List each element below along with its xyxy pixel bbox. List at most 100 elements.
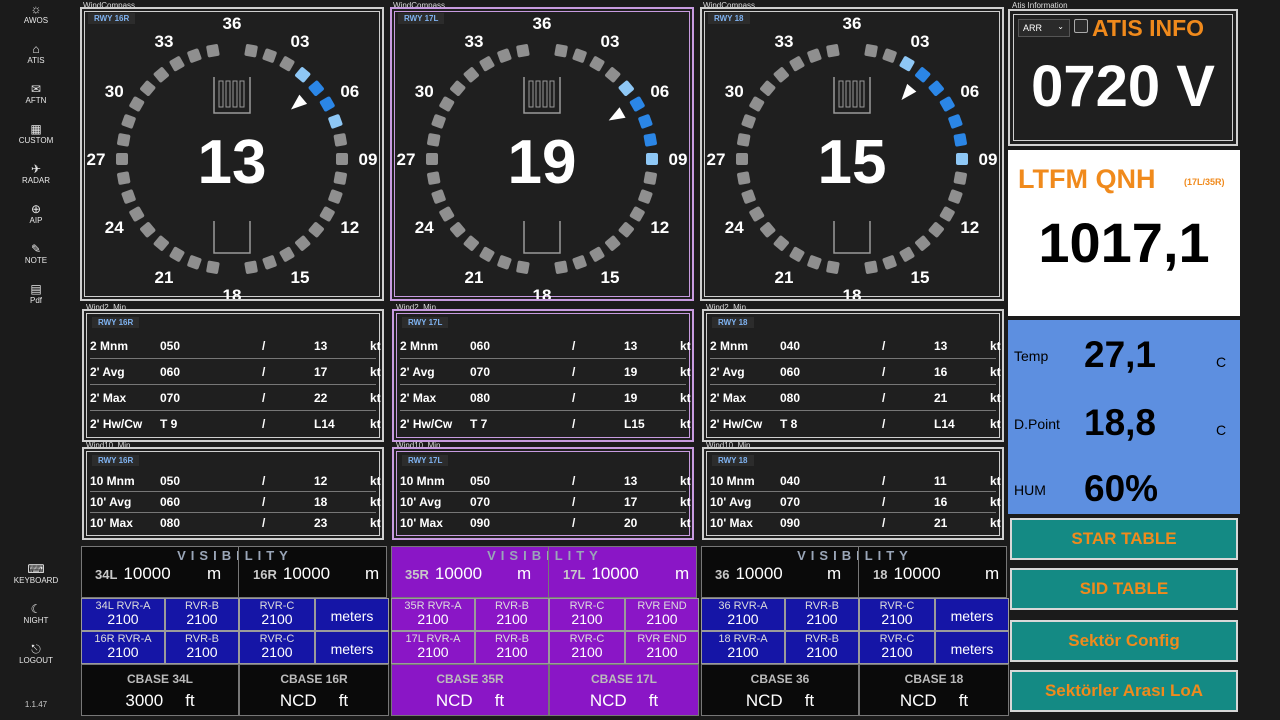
sidebar-item-custom[interactable]: ▦ CUSTOM: [0, 122, 72, 162]
rvr-value: 2100: [646, 644, 678, 660]
compass-tick: [773, 235, 789, 251]
sidebar-item-label: AIP: [29, 216, 43, 225]
wind-compass-panel: 36 03 06 09 12 15 18 21 24 27 30 33 13 RWY 16R: [80, 7, 384, 301]
wind-direction: T 7: [470, 417, 488, 431]
row-label: 10' Max: [400, 516, 443, 530]
star-table-button[interactable]: STAR TABLE: [1010, 518, 1238, 560]
wind-speed: 17: [314, 365, 328, 379]
unit: kt: [990, 495, 1001, 509]
compass-tick: [497, 48, 512, 63]
atis-checkbox[interactable]: [1074, 19, 1088, 33]
cbase-cell: CBASE 35R NCD ft: [391, 664, 549, 716]
row-label: 2' Max: [90, 391, 127, 405]
rvr-value: 2100: [727, 644, 759, 660]
visibility-value: 18 10000 m: [873, 564, 1009, 584]
chevron-down-icon: ⌄: [1057, 22, 1064, 31]
rvr-unit: meters: [315, 598, 389, 631]
separator: /: [572, 365, 576, 379]
wind-speed: 16: [934, 495, 948, 509]
sidebar: ☼ AWOS ⌂ ATIS ✉ AFTN ▦ CUSTOM ✈ RADAR ⊕ AIP ✎ NOTE ▤ Pd…: [0, 0, 72, 720]
compass-tick: [308, 222, 324, 238]
runway-tag: RWY 17L: [402, 455, 449, 466]
rvr-unit: meters: [935, 631, 1009, 664]
runway-tag: RWY 16R: [88, 13, 136, 24]
separator: /: [882, 391, 886, 405]
separator: /: [262, 474, 266, 488]
visibility-title: VISIBILITY: [797, 548, 913, 563]
unit: kt: [370, 417, 381, 431]
compass-heading-label: 36: [533, 14, 552, 33]
rvr-cell: RVR-C 2100: [239, 631, 315, 664]
weather-label: HUM: [1014, 482, 1046, 498]
compass-tick: [618, 80, 634, 96]
rvr-value: 2100: [646, 611, 678, 627]
separator: /: [572, 391, 576, 405]
app-version: 1.1.47: [24, 700, 48, 709]
compass-tick: [319, 206, 335, 222]
compass-tick: [187, 255, 202, 270]
threshold-bar: [225, 80, 231, 108]
unit: kt: [370, 495, 381, 509]
sidebar-item-label: NIGHT: [23, 616, 49, 625]
unit: kt: [990, 474, 1001, 488]
sidebar-item-night[interactable]: ☾ NIGHT: [0, 602, 72, 642]
compass-tick: [450, 222, 466, 238]
compass-heading-label: 30: [415, 82, 434, 101]
sidebar-item-atis[interactable]: ⌂ ATIS: [0, 42, 72, 82]
sidebar-icon: ▤: [30, 282, 42, 296]
compass-tick: [789, 56, 805, 72]
threshold-bar: [845, 80, 851, 108]
wind-row: 2' Avg 060 / 17 kt: [90, 359, 381, 385]
sidebar-item-aip[interactable]: ⊕ AIP: [0, 202, 72, 242]
sektorler-arasi-loa-button[interactable]: Sektörler Arası LoA: [1010, 670, 1238, 712]
compass-tick: [463, 67, 479, 83]
sidebar-icon: ✈: [30, 162, 42, 176]
wind-speed: 20: [624, 516, 638, 530]
runway-tag: RWY 17L: [398, 13, 445, 24]
unit: kt: [990, 365, 1001, 379]
sid-table-button[interactable]: SID TABLE: [1010, 568, 1238, 610]
runway-threshold-bottom: [833, 221, 871, 254]
wind-direction: 040: [780, 339, 801, 353]
unit: kt: [680, 495, 691, 509]
separator: /: [572, 495, 576, 509]
row-label: 10 Mnm: [400, 474, 445, 488]
rvr-value: 2100: [261, 644, 293, 660]
runway-threshold-bottom: [523, 221, 561, 254]
cbase-cell: CBASE 17L NCD ft: [549, 664, 699, 716]
wind-direction: 070: [470, 495, 491, 509]
separator: /: [262, 417, 266, 431]
compass-tick: [439, 206, 455, 222]
atis-mode-select[interactable]: ARR ⌄: [1018, 19, 1070, 37]
compass-tick: [915, 67, 931, 83]
rvr-cell: RVR-B 2100: [785, 631, 859, 664]
sidebar-item-note[interactable]: ✎ NOTE: [0, 242, 72, 282]
sidebar-icon: ☾: [30, 602, 42, 616]
sidebar-item-logout[interactable]: ⎋ LOGOUT: [0, 642, 72, 682]
sidebar-item-aftn[interactable]: ✉ AFTN: [0, 82, 72, 122]
wind-direction: 050: [160, 474, 181, 488]
wind-speed: 23: [314, 516, 328, 530]
atis-code: 0720 V: [1031, 54, 1215, 119]
sektor-config-button[interactable]: Sektör Config: [1010, 620, 1238, 662]
unit: ft: [648, 691, 659, 710]
cbase-label: CBASE 34L: [126, 672, 194, 686]
runway-tag: RWY 18: [712, 455, 754, 466]
compass-tick: [915, 235, 931, 251]
wind-speed: 13: [624, 474, 638, 488]
sidebar-item-keyboard[interactable]: ⌨ KEYBOARD: [0, 562, 72, 602]
rvr-value: 2100: [186, 644, 218, 660]
visibility-divider: [548, 546, 549, 598]
wind2-panel: RWY 18 2 Mnm 040 / 13 kt 2' Avg 060 / 16 kt 2' Max 0…: [702, 309, 1004, 442]
compass-tick: [864, 44, 878, 58]
compass-tick: [279, 56, 295, 72]
cbase-label: CBASE 36: [750, 672, 810, 686]
compass-tick: [244, 44, 258, 58]
compass-heading-label: 21: [155, 268, 174, 287]
unit: kt: [680, 516, 691, 530]
sidebar-item-radar[interactable]: ✈ RADAR: [0, 162, 72, 202]
sidebar-item-pdf[interactable]: ▤ Pdf: [0, 282, 72, 322]
threshold-bar: [859, 80, 865, 108]
compass-tick: [572, 48, 587, 63]
sidebar-item-awos[interactable]: ☼ AWOS: [0, 2, 72, 42]
